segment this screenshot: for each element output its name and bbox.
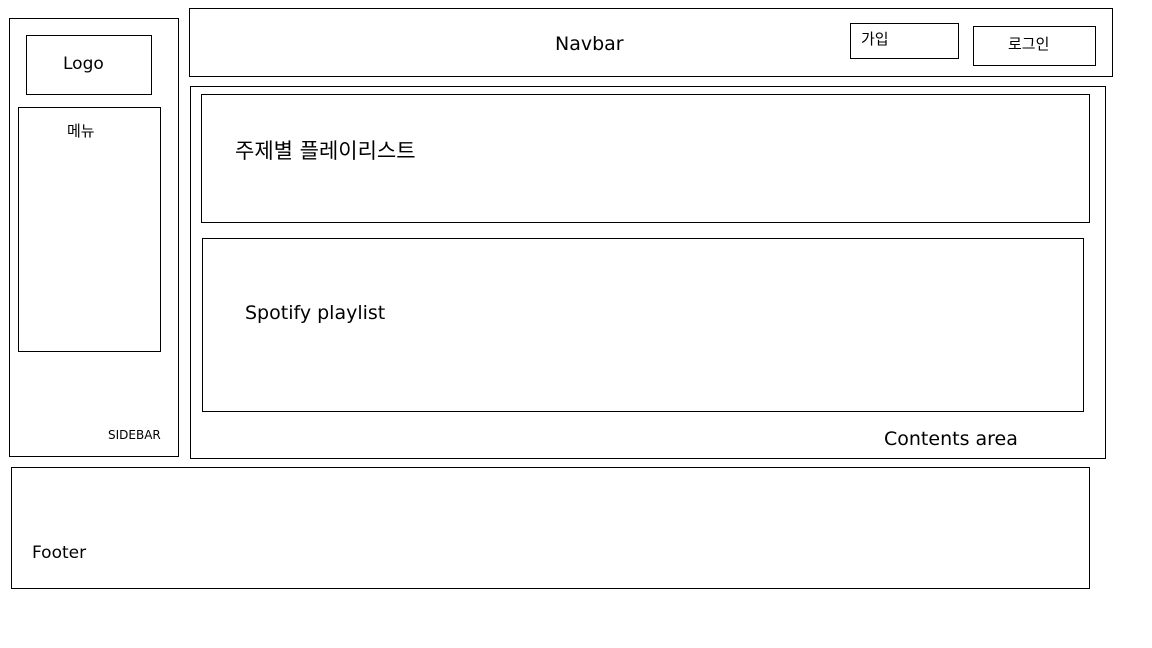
login-button-label: 로그인: [1008, 35, 1050, 53]
logo[interactable]: Logo: [26, 35, 152, 95]
contents-area-label: Contents area: [884, 428, 1018, 450]
signup-button-label: 가입: [861, 30, 889, 48]
menu[interactable]: 메뉴: [18, 107, 161, 352]
footer: Footer: [11, 467, 1090, 589]
menu-label: 메뉴: [67, 122, 95, 140]
footer-label: Footer: [32, 543, 87, 563]
sidebar-label: SIDEBAR: [108, 428, 161, 442]
spotify-playlist-label: Spotify playlist: [245, 302, 386, 324]
theme-playlist-label: 주제별 플레이리스트: [235, 139, 416, 163]
login-button[interactable]: 로그인: [973, 26, 1096, 66]
logo-label: Logo: [63, 54, 104, 74]
spotify-playlist-section[interactable]: Spotify playlist: [202, 238, 1084, 412]
navbar-label: Navbar: [555, 33, 624, 55]
signup-button[interactable]: 가입: [850, 23, 959, 59]
theme-playlist-section[interactable]: 주제별 플레이리스트: [201, 94, 1090, 223]
